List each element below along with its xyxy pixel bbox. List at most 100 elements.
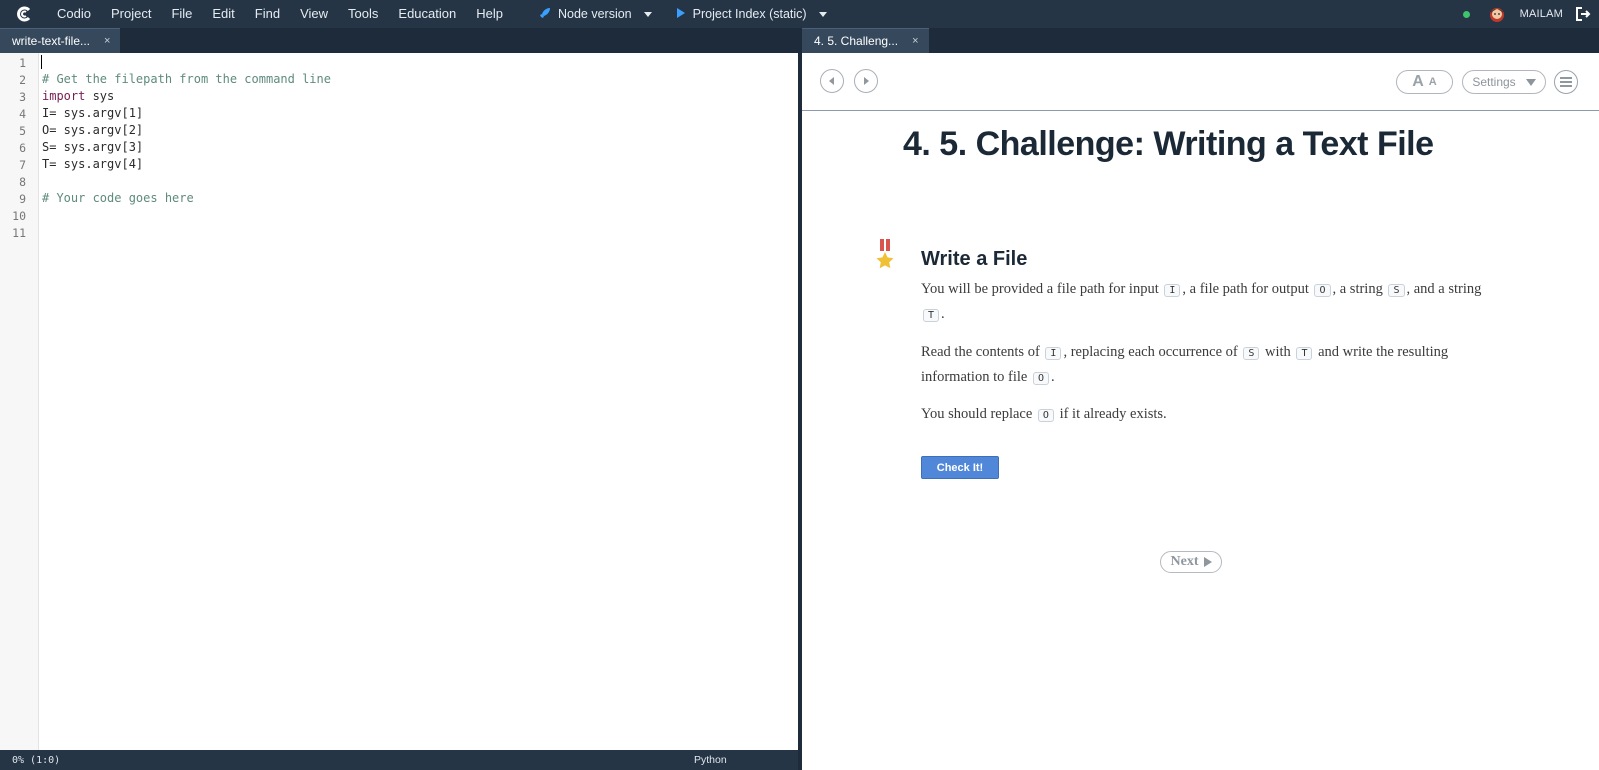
line-number: 11 [12,226,26,240]
run-node-label: Node version [557,7,632,21]
avatar[interactable] [1488,5,1506,23]
triangle-right-icon [864,77,869,85]
section-title: Write a File [921,248,1028,270]
next-page-button[interactable] [854,69,878,93]
tab-guide[interactable]: 4. 5. Challeng... × [802,28,929,53]
guide-content: 4. 5. Challenge: Writing a Text File Wri… [802,111,1599,770]
menu-codio[interactable]: Codio [47,0,101,28]
next-button[interactable]: Next [1160,551,1222,573]
font-increase-button[interactable]: A [1412,73,1424,91]
font-decrease-button[interactable]: A [1429,76,1437,88]
codio-logo-icon[interactable] [15,5,33,23]
line-number-gutter: 1 2 3 4 5 6 7 8 9 10 11 [0,53,39,750]
tab-write-text-file[interactable]: write-text-file... × [0,28,121,53]
code-text: sys [85,89,115,103]
medal-icon [874,239,896,271]
inline-code: O [1032,371,1049,385]
line-number: 10 [12,209,26,223]
tab-label: 4. 5. Challeng... [814,34,899,48]
run-node-version[interactable]: Node version [539,7,652,22]
menu-help[interactable]: Help [466,0,513,28]
code-editor[interactable]: 1 2 3 4 5 6 7 8 9 10 11 # Get the filepa… [0,53,798,750]
menu-edit[interactable]: Edit [202,0,244,28]
text: You should replace [921,406,1033,422]
inline-code: S [1388,284,1405,297]
inline-code: T [1296,347,1313,360]
run-project-label: Project Index (static) [692,7,807,21]
text-cursor [41,55,42,69]
chevron-down-icon[interactable] [643,11,652,17]
code-line-3: import sys [42,89,114,103]
inline-code: S [1243,347,1260,360]
code-keyword: import [42,89,86,103]
top-menu-bar: Codio Project File Edit Find View Tools … [0,0,1599,28]
text: , and a string [1406,281,1482,297]
close-icon[interactable]: × [912,35,918,47]
text: if it already exists. [1059,406,1167,422]
inline-code: I [1045,347,1062,360]
code-line-9: # Your code goes here [42,191,194,205]
menu-view[interactable]: View [290,0,338,28]
settings-label: Settings [1472,75,1516,89]
guide-tab-bar: 4. 5. Challeng... × [802,28,1599,53]
editor-tab-bar: write-text-file... × [0,28,798,53]
code-line-7: T= sys.argv[4] [42,157,144,171]
close-icon[interactable]: × [104,35,110,47]
chevron-down-icon[interactable] [818,11,827,17]
inline-code: O [1037,409,1054,422]
text: , a string [1332,281,1383,297]
instruction-paragraph-2: Read the contents of I, replacing each o… [921,341,1501,390]
line-number: 6 [19,141,26,155]
menu-find[interactable]: Find [245,0,290,28]
guide-menu-button[interactable] [1554,70,1578,94]
code-line-5: O= sys.argv[2] [42,123,144,137]
username[interactable]: MAILAM [1520,8,1563,20]
line-number: 9 [19,192,26,206]
inline-code: T [923,308,940,322]
editor-pane: write-text-file... × 1 2 3 4 5 6 7 8 9 1… [0,28,798,770]
code-line-4: I= sys.argv[1] [42,106,144,120]
editor-status-bar: 0% (1:0) Python [0,750,798,770]
rocket-icon [539,7,551,22]
check-it-button[interactable]: Check It! [921,456,999,479]
page-title: 4. 5. Challenge: Writing a Text File [903,125,1434,163]
text: with [1265,344,1291,360]
code-line-2: # Get the filepath from the command line [42,72,331,86]
previous-page-button[interactable] [820,69,844,93]
menu-education[interactable]: Education [388,0,466,28]
line-number: 7 [19,158,26,172]
menu-project[interactable]: Project [101,0,161,28]
line-number: 8 [19,175,26,189]
instruction-paragraph-3: You should replace O if it already exist… [921,403,1501,428]
instruction-paragraph-1: You will be provided a file path for inp… [921,278,1501,327]
text: Read the contents of [921,344,1040,360]
settings-dropdown[interactable]: Settings [1462,70,1546,94]
line-number: 1 [19,56,26,70]
cursor-position: 0% (1:0) [12,754,61,766]
guide-pane: 4. 5. Challeng... × A A Settings 4. 5. C… [802,28,1599,770]
line-number: 3 [19,90,26,104]
text: , a file path for output [1182,281,1309,297]
next-label: Next [1170,554,1199,569]
triangle-left-icon [829,77,834,85]
guide-toolbar: A A Settings [802,53,1599,111]
line-number: 2 [19,73,26,87]
font-size-toggle[interactable]: A A [1396,70,1453,94]
run-project-index[interactable]: Project Index (static) [676,7,827,22]
line-number: 4 [19,107,26,121]
inline-code: I [1164,284,1181,297]
triangle-right-icon [1203,557,1212,567]
language-mode[interactable]: Python [694,754,727,766]
menu-tools[interactable]: Tools [338,0,388,28]
caret-down-icon [1525,78,1536,86]
play-icon [676,7,686,22]
text: , replacing each occurrence of [1063,344,1238,360]
logout-icon[interactable] [1575,6,1591,22]
text: . [941,305,945,322]
text: . [1050,368,1055,385]
connection-status-icon [1462,10,1470,18]
line-number: 5 [19,124,26,138]
hamburger-menu-icon [1560,77,1572,87]
menu-file[interactable]: File [161,0,202,28]
inline-code: O [1314,284,1331,297]
